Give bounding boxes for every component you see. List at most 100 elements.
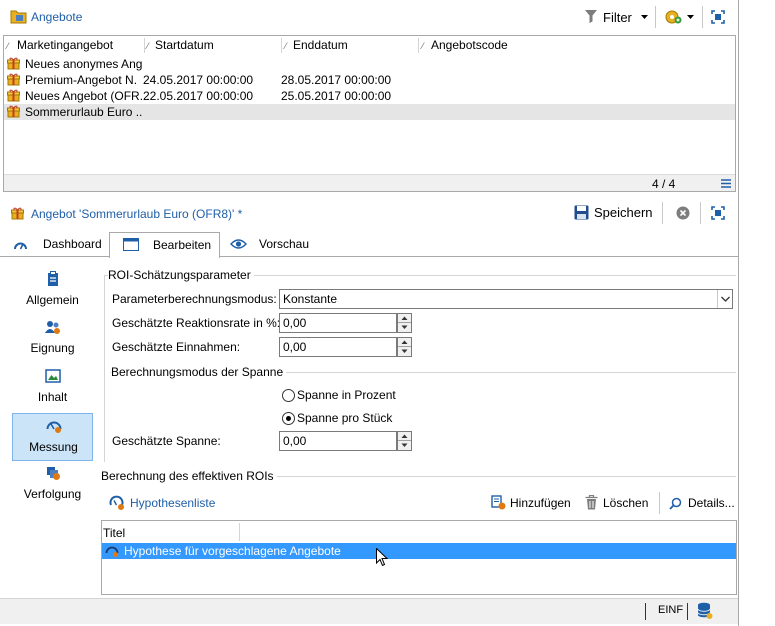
mode-select[interactable]: Konstante [279,289,733,309]
detail-header: Angebot 'Sommerurlaub Euro (OFR8)' * Spe… [0,198,738,228]
spin-down-icon[interactable] [398,323,411,332]
edit-icon [123,238,139,251]
list-footer: 4 / 4 [4,174,735,191]
rate-spinner[interactable] [397,313,412,333]
gift-icon [7,73,20,86]
new-dropdown-icon[interactable] [687,15,694,19]
sort-icon: ⁄ [147,41,149,51]
list-pager: 4 / 4 [652,177,676,191]
tab-bearbeiten[interactable]: Bearbeiten [109,232,220,258]
rate-label: Geschätzte Reaktionsrate in %: [112,316,281,330]
spin-up-icon[interactable] [398,314,411,323]
nav-label: Allgemein [26,293,79,307]
chevron-down-icon[interactable] [717,290,732,308]
hypothesis-title: Hypothese für vorgeschlagene Angebote [124,544,341,558]
tab-label: Bearbeiten [153,238,212,252]
mouse-cursor-icon [376,548,388,567]
delete-button[interactable]: Löschen [603,496,648,510]
database-icon[interactable] [697,602,713,620]
spin-down-icon[interactable] [398,347,411,356]
detail-title: Angebot 'Sommerurlaub Euro (OFR8)' * [31,207,243,221]
column-header-marketingangebot[interactable]: Marketingangebot [17,36,113,55]
radio-label[interactable]: Spanne pro Stück [297,411,392,425]
list-row[interactable]: Premium-Angebot N. 24.05.2017 00:00:00 2… [4,72,735,88]
status-bar: EINF [0,598,738,624]
nav-label: Eignung [30,341,75,355]
tab-label: Dashboard [43,237,102,251]
spin-down-icon[interactable] [398,441,411,450]
nav-label: Verfolgung [23,487,82,501]
column-header-enddatum[interactable]: Enddatum [293,36,348,55]
column-header-startdatum[interactable]: Startdatum [155,36,214,55]
offer-end-date: 25.05.2017 00:00:00 [281,89,392,103]
add-button[interactable]: Hinzufügen [510,496,571,510]
save-icon[interactable] [574,205,589,220]
preview-eye-icon [230,238,247,250]
list-title[interactable]: Angebote [31,10,82,24]
column-header-angebotscode[interactable]: Angebotscode [431,36,508,55]
nav-label: Messung [29,440,78,454]
image-icon [45,368,61,384]
revenue-label: Geschätzte Einnahmen: [112,340,241,354]
revenue-spinner[interactable] [397,337,412,357]
offer-name: Sommerurlaub Euro .. [25,105,143,119]
hypothesis-list-link[interactable]: Hypothesenliste [130,496,215,510]
filter-icon[interactable] [585,10,597,23]
hypothesis-icon[interactable] [109,495,125,511]
nav-verfolgung[interactable]: Verfolgung [12,461,93,509]
offer-name: Premium-Angebot N. [25,73,138,87]
offers-list: ⁄ Marketingangebot ⁄ Startdatum ⁄ Enddat… [3,35,736,192]
hypothesis-icon [105,544,119,558]
radio-margin-percent[interactable] [282,389,295,402]
tab-dashboard[interactable]: Dashboard [3,232,109,257]
gift-icon [7,57,20,70]
list-menu-icon[interactable] [721,179,731,188]
filter-dropdown-icon[interactable] [641,15,648,19]
list-row-selected[interactable]: Sommerurlaub Euro .. [4,104,735,120]
nav-eignung[interactable]: Eignung [12,315,93,363]
list-row[interactable]: Neues anonymes Ang [4,56,735,72]
offer-end-date: 28.05.2017 00:00:00 [281,73,392,87]
margin-label: Geschätzte Spanne: [112,434,221,448]
clipboard-icon [45,271,61,287]
tracking-icon [45,465,61,481]
nav-allgemein[interactable]: Allgemein [12,267,93,315]
rate-input[interactable]: 0,00 [279,313,397,333]
filter-button[interactable]: Filter [603,10,632,25]
window-border [738,0,739,626]
maximize-icon[interactable] [711,206,725,220]
column-header-titel[interactable]: Titel [103,526,125,540]
hypothesis-row-selected[interactable]: Hypothese für vorgeschlagene Angebote [102,543,736,559]
roi-group-title: Berechnung des effektiven ROIs [101,469,277,483]
offer-start-date: 24.05.2017 00:00:00 [143,73,254,87]
offers-folder-icon [10,9,27,24]
details-button[interactable]: Details... [688,496,735,510]
margin-input[interactable]: 0,00 [279,431,397,451]
offer-start-date: 22.05.2017 00:00:00 [143,89,254,103]
save-button[interactable]: Speichern [594,205,653,220]
sort-icon: ⁄ [7,41,9,51]
gift-icon [7,105,20,118]
new-offer-icon[interactable] [665,8,682,25]
margin-spinner[interactable] [397,431,412,451]
nav-messung[interactable]: Messung [12,413,93,461]
radio-label[interactable]: Spanne in Prozent [297,388,396,402]
group-divider [104,275,105,462]
maximize-icon[interactable] [711,10,725,24]
revenue-input[interactable]: 0,00 [279,337,397,357]
offer-name: Neues Angebot (OFR... [25,89,150,103]
radio-selected-dot [286,416,291,421]
tab-vorschau[interactable]: Vorschau [221,232,321,257]
close-icon[interactable] [676,206,690,220]
users-icon [45,319,61,335]
spin-up-icon[interactable] [398,432,411,441]
spin-up-icon[interactable] [398,338,411,347]
trash-icon[interactable] [585,495,598,510]
roi-params-group-title: ROI-Schätzungsparameter [108,268,254,282]
margin-group-title: Berechnungsmodus der Spanne [111,365,287,379]
radio-margin-piece[interactable] [282,412,295,425]
search-icon[interactable] [669,497,682,510]
nav-inhalt[interactable]: Inhalt [12,364,93,412]
add-icon[interactable] [491,495,506,510]
list-row[interactable]: Neues Angebot (OFR... 22.05.2017 00:00:0… [4,88,735,104]
